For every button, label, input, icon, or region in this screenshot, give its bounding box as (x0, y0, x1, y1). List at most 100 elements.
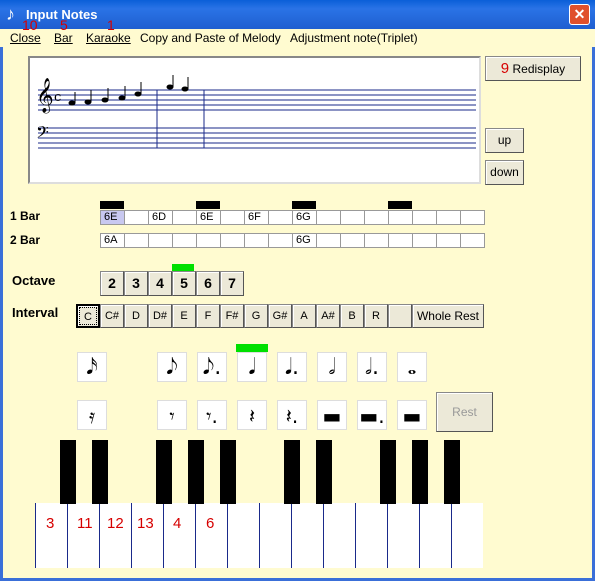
note-duration-icon[interactable]: 𝅘𝅥𝅮 (157, 352, 187, 382)
black-key[interactable] (380, 440, 396, 504)
bar-note-cell[interactable] (436, 210, 461, 225)
bar-note-cell[interactable] (196, 233, 221, 248)
bar-note-cell[interactable]: 6E (196, 210, 221, 225)
bar-note-cell[interactable] (268, 233, 293, 248)
bar-note-cell[interactable] (364, 210, 389, 225)
white-key[interactable] (131, 503, 163, 568)
note-duration-icon[interactable]: 𝅘𝅥𝅯 (77, 352, 107, 382)
bar-note-cell[interactable] (316, 210, 341, 225)
bar-note-cell[interactable] (388, 210, 413, 225)
black-key[interactable] (188, 440, 204, 504)
bar-note-cell[interactable] (148, 233, 173, 248)
bar-note-cell[interactable] (340, 233, 365, 248)
black-key[interactable] (412, 440, 428, 504)
bar-note-cell[interactable] (340, 210, 365, 225)
bar-note-cell[interactable] (388, 233, 413, 248)
white-key[interactable] (291, 503, 323, 568)
interval-button-E[interactable]: E (172, 304, 196, 328)
rest-button[interactable]: Rest (436, 392, 493, 432)
rest-duration-icon[interactable]: ▬ (397, 400, 427, 430)
interval-button-B[interactable]: B (340, 304, 364, 328)
rest-duration-icon[interactable]: 𝄿 (77, 400, 107, 430)
bar-note-cell[interactable] (244, 233, 269, 248)
rest-duration-icon[interactable]: ▬. (357, 400, 387, 430)
bar-note-cell[interactable]: 6F (244, 210, 269, 225)
octave-button-2[interactable]: 2 (100, 271, 124, 296)
interval-button-F[interactable]: F (196, 304, 220, 328)
down-button[interactable]: down (485, 160, 524, 185)
octave-button-3[interactable]: 3 (124, 271, 148, 296)
menu-karaoke[interactable]: Karaoke (86, 31, 131, 45)
bar-note-cell[interactable] (124, 210, 149, 225)
white-key[interactable] (259, 503, 291, 568)
note-duration-icon[interactable]: 𝅘𝅥. (277, 352, 307, 382)
interval-button-D#[interactable]: D# (148, 304, 172, 328)
menu-adjustment-note[interactable]: Adjustment note(Triplet) (290, 31, 418, 45)
octave-button-4[interactable]: 4 (148, 271, 172, 296)
note-duration-icon[interactable]: 𝅘𝅥𝅮. (197, 352, 227, 382)
bar-note-cell[interactable] (220, 233, 245, 248)
bar-note-cell[interactable] (412, 233, 437, 248)
interval-button-blank[interactable] (388, 304, 412, 328)
bar-note-cell[interactable]: 6G (292, 233, 317, 248)
white-key[interactable] (419, 503, 451, 568)
black-key[interactable] (444, 440, 460, 504)
white-key[interactable] (323, 503, 355, 568)
menu-bar-item[interactable]: Bar (54, 31, 73, 45)
bar-note-cell[interactable] (316, 233, 341, 248)
white-key[interactable] (227, 503, 259, 568)
white-key[interactable] (195, 503, 227, 568)
interval-button-A#[interactable]: A# (316, 304, 340, 328)
rest-duration-icon[interactable]: 𝄾 (157, 400, 187, 430)
black-key[interactable] (60, 440, 76, 504)
black-key[interactable] (92, 440, 108, 504)
redisplay-button[interactable]: 9 Redisplay (485, 56, 581, 81)
white-key[interactable] (451, 503, 483, 568)
interval-button-C[interactable]: C (76, 304, 100, 328)
bar-note-cell[interactable] (364, 233, 389, 248)
interval-button-A[interactable]: A (292, 304, 316, 328)
whole-rest-button[interactable]: Whole Rest (412, 304, 484, 328)
interval-button-R[interactable]: R (364, 304, 388, 328)
rest-duration-icon[interactable]: 𝄽. (277, 400, 307, 430)
white-key[interactable] (67, 503, 99, 568)
bar-note-cell[interactable]: 6A (100, 233, 125, 248)
bar-note-cell[interactable]: 6E (100, 210, 125, 225)
bar-note-cell[interactable] (220, 210, 245, 225)
bar-note-cell[interactable] (124, 233, 149, 248)
black-key[interactable] (316, 440, 332, 504)
bar-note-cell[interactable] (268, 210, 293, 225)
octave-button-5[interactable]: 5 (172, 271, 196, 296)
white-key[interactable] (387, 503, 419, 568)
rest-duration-icon[interactable]: ▬ (317, 400, 347, 430)
close-window-button[interactable]: ✕ (569, 4, 590, 25)
bar-note-cell[interactable] (172, 210, 197, 225)
bar-note-cell[interactable] (460, 210, 485, 225)
note-duration-icon[interactable]: 𝅘𝅥 (237, 352, 267, 382)
note-duration-icon[interactable]: 𝅗𝅥. (357, 352, 387, 382)
bar-note-cell[interactable] (412, 210, 437, 225)
interval-button-C#[interactable]: C# (100, 304, 124, 328)
rest-duration-icon[interactable]: 𝄽 (237, 400, 267, 430)
white-key[interactable] (355, 503, 387, 568)
up-button[interactable]: up (485, 128, 524, 153)
note-duration-icon[interactable]: 𝅗𝅥 (317, 352, 347, 382)
black-key[interactable] (284, 440, 300, 504)
octave-button-6[interactable]: 6 (196, 271, 220, 296)
bar-note-cell[interactable] (436, 233, 461, 248)
white-key[interactable] (99, 503, 131, 568)
bar-note-cell[interactable]: 6G (292, 210, 317, 225)
white-key[interactable] (163, 503, 195, 568)
menu-copy-paste-melody[interactable]: Copy and Paste of Melody (140, 31, 281, 45)
interval-button-G#[interactable]: G# (268, 304, 292, 328)
white-key[interactable] (35, 503, 67, 568)
bar-note-cell[interactable] (172, 233, 197, 248)
interval-button-D[interactable]: D (124, 304, 148, 328)
bar-note-cell[interactable]: 6D (148, 210, 173, 225)
interval-button-G[interactable]: G (244, 304, 268, 328)
note-duration-icon[interactable]: 𝅝 (397, 352, 427, 382)
bar-note-cell[interactable] (460, 233, 485, 248)
octave-button-7[interactable]: 7 (220, 271, 244, 296)
interval-button-F#[interactable]: F# (220, 304, 244, 328)
rest-duration-icon[interactable]: 𝄾. (197, 400, 227, 430)
